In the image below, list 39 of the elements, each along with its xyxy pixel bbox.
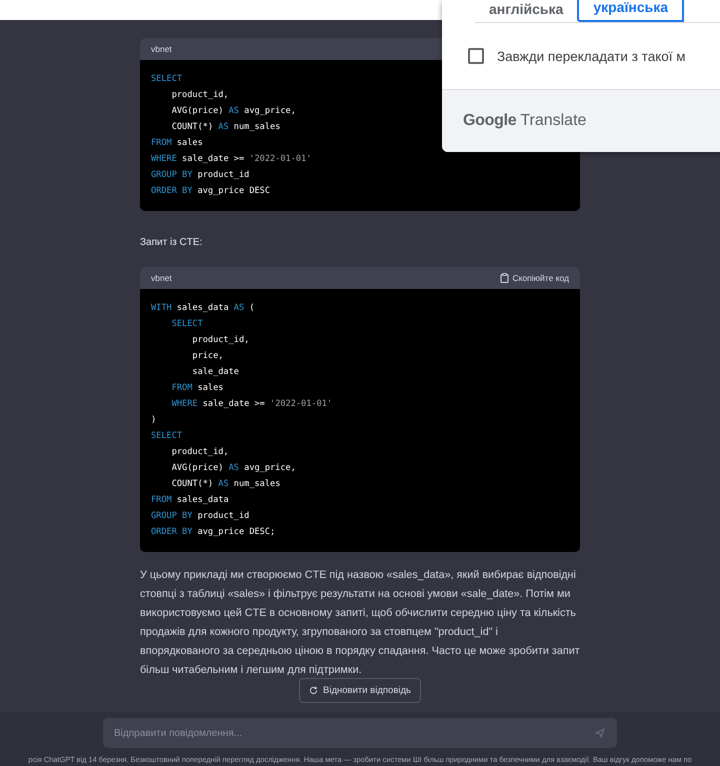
code-line: SELECT	[151, 73, 182, 86]
code-line: SELECT	[151, 430, 182, 443]
code-line: GROUP BY product_id	[151, 510, 250, 523]
code-line: price,	[191, 350, 224, 363]
language-label: vbnet	[151, 273, 172, 283]
code-line: WHERE sale_date >= '2022-01-01'	[170, 398, 332, 411]
code-line: product_id,	[170, 446, 229, 459]
regenerate-button[interactable]: Відновити відповідь	[299, 678, 421, 703]
send-icon	[595, 728, 605, 738]
code-line: WITH sales_data AS (	[151, 302, 255, 315]
code-line: COUNT(*) AS num_sales	[170, 478, 280, 491]
code-line: product_id,	[170, 89, 229, 102]
language-tab[interactable]: англійська	[475, 0, 578, 22]
refresh-icon	[309, 686, 318, 695]
product-name: Translate	[520, 112, 586, 130]
copy-code-button[interactable]: Скопіюйте код	[500, 273, 569, 283]
checkbox[interactable]	[468, 48, 484, 64]
code-line: FROM sales	[151, 137, 203, 150]
code-line: sale_date	[191, 366, 239, 379]
brand-logo-text: Google	[463, 112, 516, 130]
code-line: )	[151, 414, 156, 427]
code-line: ORDER BY avg_price DESC;	[151, 526, 276, 539]
code-line: product_id,	[191, 334, 250, 347]
code-line: FROM sales	[170, 382, 224, 395]
language-tab[interactable]: українська	[577, 0, 684, 22]
code-line: COUNT(*) AS num_sales	[170, 121, 280, 134]
code-line: AVG(price) AS avg_price,	[170, 462, 296, 475]
code-line: WHERE sale_date >= '2022-01-01'	[151, 153, 312, 166]
code-line: SELECT	[170, 318, 203, 331]
code-line: ORDER BY avg_price DESC	[151, 185, 270, 198]
language-label: vbnet	[151, 44, 172, 54]
code-line: AVG(price) AS avg_price,	[170, 105, 296, 118]
code-line: GROUP BY product_id	[151, 169, 250, 182]
checkbox-label: Завжди перекладати з такої м	[497, 48, 686, 64]
explanation-text: У цьому прикладі ми створюємо CTE під назвою «sales_data», який вибирає відповідні стовпці з таблиці «sales» і фільтрує результати на основі умови «sale_date». Потім ми використовуємо цей CTE в основному запиті, щоб обчислити середню ціну та кількість продажів для кожного продукту, згрупованого за стовпцем "product_id" і впорядкованого за середньою ціною в порядку спадання. Часто це може зробити запит більш читабельним і легшим для підтримки.	[140, 568, 580, 678]
caption-text: Запит із CTE:	[140, 237, 202, 249]
message-input[interactable]: Відправити повідомлення...	[103, 718, 617, 748]
code-line: FROM sales_data	[151, 494, 229, 507]
clipboard-icon	[500, 273, 508, 283]
